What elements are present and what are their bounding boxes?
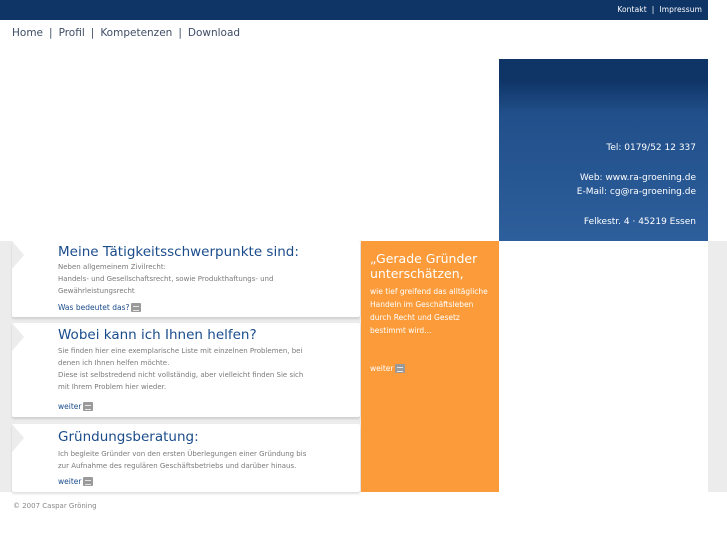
more-arrow-icon[interactable] bbox=[395, 364, 406, 373]
was-bedeutet-das-link[interactable]: Was bedeutet das? bbox=[58, 303, 142, 312]
kontakt-link[interactable]: Kontakt bbox=[617, 5, 646, 14]
more-arrow-icon[interactable] bbox=[83, 402, 94, 411]
weiter-link[interactable]: weiter bbox=[58, 402, 94, 411]
more-link-label[interactable]: Was bedeutet das? bbox=[58, 303, 129, 312]
more-arrow-icon[interactable] bbox=[83, 477, 94, 486]
section-text-line: denen ich Ihnen helfen möchte. bbox=[58, 359, 170, 367]
section-text-line: Sie finden hier eine exemplarische Liste… bbox=[58, 347, 303, 355]
section-card-gruendung: Gründungsberatung: Ich begleite Gründer … bbox=[12, 424, 360, 492]
nav-home[interactable]: Home bbox=[12, 27, 43, 39]
section-text: Neben allgemeinem Zivilrecht: Handels- u… bbox=[58, 261, 318, 297]
nav-separator: | bbox=[178, 27, 182, 39]
section-text-line: Neben allgemeinem Zivilrecht: bbox=[58, 263, 166, 271]
section-card-helfen: Wobei kann ich Ihnen helfen? Sie finden … bbox=[12, 323, 360, 417]
nav-kompetenzen[interactable]: Kompetenzen bbox=[100, 27, 172, 39]
contact-tel: Tel: 0179/52 12 337 bbox=[606, 143, 696, 153]
section-text-line: Diese ist selbstredend nicht vollständig… bbox=[58, 371, 304, 379]
section-title: Wobei kann ich Ihnen helfen? bbox=[58, 327, 257, 343]
section-card-schwerpunkte: Meine Tätigkeitsschwerpunkte sind: Neben… bbox=[12, 241, 360, 317]
more-arrow-icon[interactable] bbox=[131, 303, 142, 312]
contact-address: Felkestr. 4 · 45219 Essen bbox=[583, 217, 696, 227]
main-navigation: Home | Profil | Kompetenzen | Download bbox=[12, 27, 240, 39]
section-text: Ich begleite Gründer von den ersten Über… bbox=[58, 448, 318, 472]
top-bar: Kontakt | Impressum bbox=[0, 0, 708, 20]
section-text-line: Handels- und Gesellschaftsrecht, sowie P… bbox=[58, 275, 274, 283]
impressum-link[interactable]: Impressum bbox=[659, 5, 702, 14]
top-links: Kontakt | Impressum bbox=[617, 5, 702, 14]
section-text-line: zur Aufnahme des regulären Geschäftsbetr… bbox=[58, 462, 297, 470]
contact-email[interactable]: E-Mail: cg@ra-groening.de bbox=[577, 187, 696, 197]
contact-web[interactable]: Web: www.ra-groening.de bbox=[580, 173, 696, 183]
section-text-line: mit Ihrem Problem hier wieder. bbox=[58, 383, 167, 391]
nav-profil[interactable]: Profil bbox=[59, 27, 85, 39]
section-text-line: Ich begleite Gründer von den ersten Über… bbox=[58, 450, 307, 458]
nav-download[interactable]: Download bbox=[188, 27, 240, 39]
section-text: Sie finden hier eine exemplarische Liste… bbox=[58, 345, 318, 393]
quote-weiter-link[interactable]: weiter bbox=[370, 364, 406, 373]
section-title: Meine Tätigkeitsschwerpunkte sind: bbox=[58, 244, 299, 260]
section-text-line: Gewährleistungsrecht bbox=[58, 287, 135, 295]
top-links-separator: | bbox=[651, 5, 655, 14]
contact-box: Tel: 0179/52 12 337 Web: www.ra-groening… bbox=[499, 59, 708, 241]
quote-headline: „Gerade Gründer unterschätzen, bbox=[370, 251, 478, 281]
section-arrow-icon bbox=[12, 323, 24, 351]
more-link-label[interactable]: weiter bbox=[370, 364, 393, 373]
section-arrow-icon bbox=[12, 424, 24, 452]
quote-box: „Gerade Gründer unterschätzen, wie tief … bbox=[361, 241, 499, 492]
footer-copyright: © 2007 Caspar Gröning bbox=[13, 502, 97, 510]
quote-text: wie tief greifend das alltägliche Handel… bbox=[370, 287, 488, 335]
more-link-label[interactable]: weiter bbox=[58, 402, 81, 411]
nav-separator: | bbox=[49, 27, 53, 39]
right-empty-column bbox=[499, 241, 708, 492]
nav-separator: | bbox=[90, 27, 95, 39]
weiter-link[interactable]: weiter bbox=[58, 477, 94, 486]
more-link-label[interactable]: weiter bbox=[58, 477, 81, 486]
section-arrow-icon bbox=[12, 241, 24, 269]
section-title: Gründungsberatung: bbox=[58, 429, 199, 445]
